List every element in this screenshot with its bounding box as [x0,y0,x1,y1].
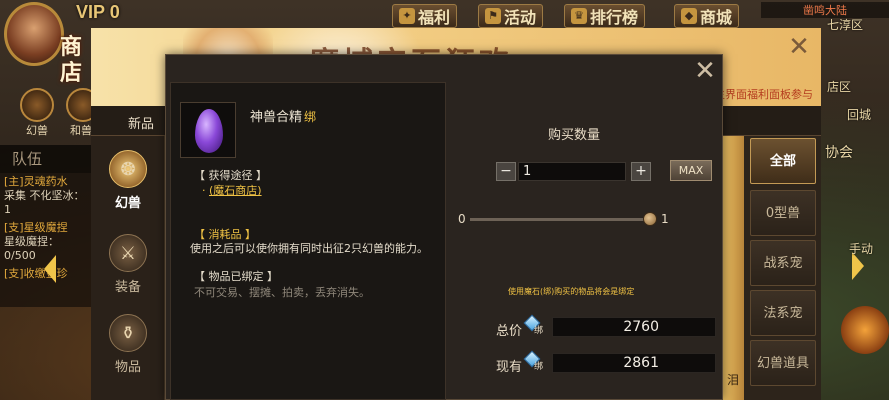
hud-return-city-button[interactable]: 回城 [847,106,871,123]
category-label: 幻兽 [114,196,141,211]
vip-level[interactable]: VIP 0 [76,2,120,23]
menu-ranking-button[interactable]: ♛ 排行榜 [564,4,646,28]
filter-all[interactable]: 全部 [750,138,816,184]
team-tab[interactable]: 队伍 [0,145,92,173]
consumable-description: 使用之后可以使你拥有同时出征2只幻兽的能力。 [190,242,428,255]
quantity-slider-track[interactable] [470,218,654,221]
right-hud: 七淳区 店区 回城 协会 手动 [821,16,889,400]
gold-counter [150,2,220,20]
bind-note: 使用魔石(绑)购买的物品将会是绑定 [508,287,635,296]
slider-max-label: 1 [661,212,669,226]
item-bind-tag: 绑 [304,110,317,124]
menu-welfare-label: 福利 [418,8,451,27]
quest-detail: 采集 不化坚冰：1 [4,189,85,216]
trophy-icon: ♛ [571,8,587,24]
filter-column: 全部 0型兽 战系宠 法系宠 幻兽道具 [744,136,821,400]
quest-title: [主]灵魂药水 [4,175,68,188]
dialog-close-icon[interactable]: ✕ [692,58,718,85]
menu-events-button[interactable]: ⚑ 活动 [478,4,544,28]
quest-title: [支]星级魔捏 [4,221,68,234]
source-link-text[interactable]: (魔石商店) [209,184,262,197]
gift-icon: ✦ [399,8,415,24]
quest-item[interactable]: [主]灵魂药水 采集 不化坚冰：1 [0,173,92,219]
item-card-edge [722,136,744,400]
player-avatar[interactable] [4,2,64,66]
hud-label-region: 七淳区 [827,18,864,32]
purple-gem-icon [195,109,223,153]
menu-events-label: 活动 [504,8,537,27]
armor-icon: ⚔ [109,234,147,272]
hud-guild-button[interactable]: 协会 [825,142,853,162]
category-column: ❂ 幻兽 ⚔ 装备 ⚱ 物品 [91,136,165,400]
hud-label-shop-area: 店区 [827,80,852,94]
owned-label: 现有 [496,360,523,375]
currency-badge: 绑 [523,350,544,372]
huanshou-hud-button[interactable] [20,88,54,122]
beast-icon: ❂ [109,150,147,188]
menu-ranking-label: 排行榜 [590,8,639,27]
total-price-value: 2760 [552,317,716,337]
filter-mage-pet[interactable]: 法系宠 [750,290,816,336]
quantity-max-button[interactable]: MAX [670,160,712,181]
filter-warrior-pet[interactable]: 战系宠 [750,240,816,286]
slider-min-label: 0 [458,212,466,226]
source-heading: 【 获得途径 】 [194,169,267,182]
bound-description: 不可交易、摆摊、拍卖，丢弃消失。 [194,286,370,299]
potion-icon: ⚱ [109,314,147,352]
category-label: 物品 [114,360,141,375]
heshou-hud-label: 和兽 [70,124,92,137]
currency-badge: 绑 [523,314,544,336]
quantity-minus-button[interactable]: − [496,162,516,181]
item-name-row: 神兽合精绑 [250,106,316,125]
menu-mall-button[interactable]: ◆ 商城 [674,4,740,28]
item-card-edge-label: 泪 [726,373,739,387]
bound-heading: 【 物品已绑定 】 [194,270,278,283]
menu-mall-label: 商城 [700,8,733,27]
skill-orb-icon[interactable] [841,306,889,354]
currency-bind-tag: 绑 [534,362,544,372]
quantity-slider-handle[interactable] [643,212,657,226]
huanshou-hud-label: 幻兽 [26,124,48,137]
category-equipment[interactable]: ⚔ 装备 [91,228,165,295]
quantity-input[interactable]: 1 [518,162,626,181]
quantity-title: 购买数量 [548,128,601,143]
shop-icon: ◆ [681,8,697,24]
filter-beast-items[interactable]: 幻兽道具 [750,340,816,386]
currency-bind-tag: 绑 [534,326,544,336]
shop-title-badge: 商店 [60,34,83,86]
item-slot [180,102,236,158]
hud-manual-button[interactable]: 手动 [849,240,873,257]
category-items[interactable]: ⚱ 物品 [91,308,165,375]
banner-hint: 生界面福利面板参与 [714,88,813,101]
owned-value: 2861 [552,353,716,373]
flag-icon: ⚑ [485,8,501,24]
page-left-arrow-icon[interactable] [44,255,56,283]
tab-new-items[interactable]: 新品 [128,113,154,132]
shop-close-icon[interactable]: ✕ [786,34,812,60]
category-beast[interactable]: ❂ 幻兽 [91,144,165,211]
menu-welfare-button[interactable]: ✦ 福利 [392,4,458,28]
quantity-plus-button[interactable]: + [631,162,651,181]
filter-type0-beast[interactable]: 0型兽 [750,190,816,236]
total-price-label: 总价 [496,324,523,339]
source-link[interactable]: · (魔石商店) [202,182,262,198]
category-label: 装备 [114,280,141,295]
item-name: 神兽合精 [250,110,303,125]
